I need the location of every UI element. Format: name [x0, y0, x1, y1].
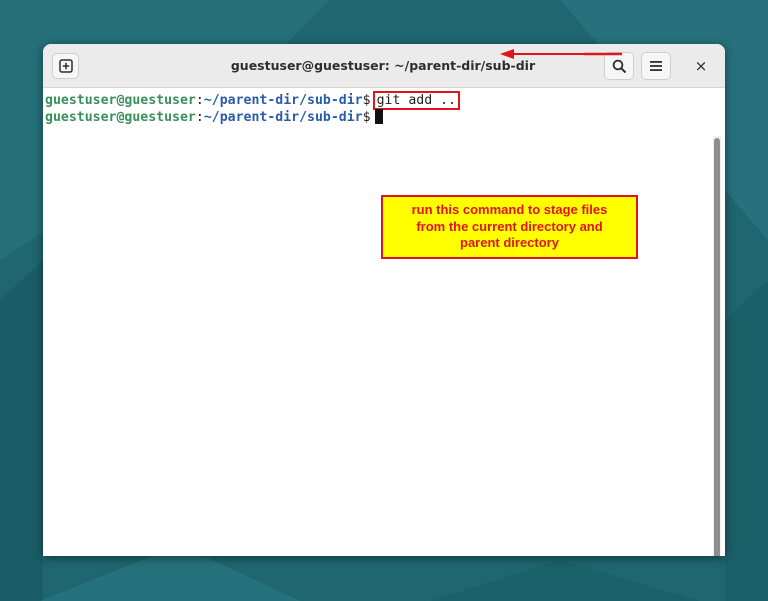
close-icon: ×	[694, 57, 708, 75]
prompt-dollar: $	[362, 110, 371, 125]
prompt-path: ~/parent-dir/sub-dir	[203, 93, 363, 108]
terminal-line: guestuser@guestuser:~/parent-dir/sub-dir…	[45, 109, 383, 127]
search-icon	[612, 59, 626, 73]
command-text: git add ..	[376, 93, 456, 108]
vertical-scrollbar[interactable]	[713, 136, 721, 556]
window-titlebar: guestuser@guestuser: ~/parent-dir/sub-di…	[43, 44, 725, 88]
window-title: guestuser@guestuser: ~/parent-dir/sub-di…	[230, 58, 536, 73]
text-cursor	[374, 109, 383, 124]
scrollbar-thumb[interactable]	[714, 138, 720, 556]
terminal-window: guestuser@guestuser: ~/parent-dir/sub-di…	[43, 44, 725, 556]
command-highlight-box: git add ..	[372, 91, 460, 110]
annotation-arrow-icon	[500, 49, 622, 59]
prompt-path: ~/parent-dir/sub-dir	[203, 110, 363, 125]
annotation-line: from the current directory and	[416, 218, 603, 234]
prompt-colon: :	[195, 110, 204, 125]
close-button[interactable]: ×	[689, 54, 713, 78]
annotation-line: run this command to stage files	[411, 202, 608, 217]
prompt-user: guestuser@guestuser	[45, 93, 196, 108]
menu-button[interactable]	[641, 52, 671, 80]
new-tab-button[interactable]	[52, 53, 79, 79]
prompt-colon: :	[195, 93, 204, 108]
prompt-dollar: $	[362, 93, 371, 108]
terminal-line: guestuser@guestuser:~/parent-dir/sub-dir…	[45, 91, 460, 110]
terminal-output[interactable]: guestuser@guestuser:~/parent-dir/sub-dir…	[43, 88, 725, 556]
prompt-user: guestuser@guestuser	[45, 110, 196, 125]
annotation-callout: run this command to stage files from the…	[381, 195, 638, 259]
hamburger-menu-icon	[650, 61, 662, 71]
annotation-line: parent directory	[460, 235, 559, 250]
new-tab-icon	[58, 59, 73, 73]
